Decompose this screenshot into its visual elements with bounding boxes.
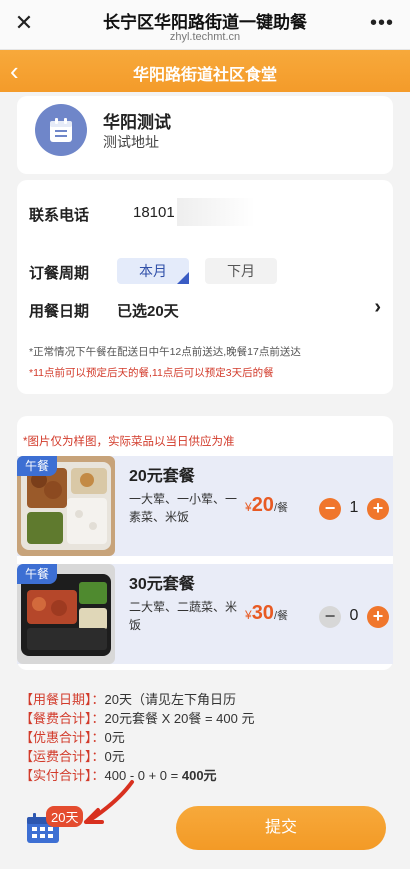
quantity-value: 1 xyxy=(349,499,359,516)
meal-item: 午餐 20元套餐 一大荤、一小荤、一素菜、米饭 ¥20/餐 − 1 + xyxy=(17,456,393,556)
increase-quantity-button[interactable]: + xyxy=(367,498,389,520)
meals-card: *图片仅为样图，实际菜品以当日供应为准 午餐 20元套餐 一大荤、一小荤、一素菜… xyxy=(17,416,393,670)
price-value: 30 xyxy=(251,602,274,624)
profile-card: 华阳测试 测试地址 xyxy=(17,96,393,174)
nav-title: 华阳路街道社区食堂 xyxy=(132,67,277,84)
summary-line: 【餐费合计】：20元套餐 X 20餐 = 400 元 xyxy=(20,709,390,728)
phone-label: 联系电话 xyxy=(29,207,90,224)
price-value: 20 xyxy=(251,494,274,516)
profile-name: 华阳测试 xyxy=(103,113,171,132)
submit-button[interactable]: 提交 xyxy=(176,806,386,850)
decrease-quantity-button[interactable]: − xyxy=(319,606,341,628)
summary-key: 【用餐日期】： xyxy=(20,692,105,707)
meal-price: ¥20/餐 xyxy=(245,494,288,517)
browser-top-bar: ✕ 长宁区华阳路街道一键助餐 zhyl.techmt.cn ••• xyxy=(0,0,410,50)
more-dots-icon[interactable]: ••• xyxy=(370,12,394,35)
summary-line: 【用餐日期】：20天（请见左下角日历 xyxy=(20,690,390,709)
meal-name: 20元套餐 xyxy=(129,468,195,485)
page-url: zhyl.techmt.cn xyxy=(169,31,241,43)
avatar xyxy=(35,104,87,156)
price-unit: /餐 xyxy=(273,502,288,514)
summary-key: 【运费合计】： xyxy=(20,749,105,764)
summary-value: 20元套餐 X 20餐 = 400 元 xyxy=(104,711,255,726)
summary-key: 【优惠合计】： xyxy=(20,730,105,745)
quantity-value: 0 xyxy=(349,607,359,624)
meal-description: 二大荤、二蔬菜、米饭 xyxy=(129,600,238,632)
summary-value: 0元 xyxy=(104,730,125,745)
page-title: 长宁区华阳路街道一键助餐 xyxy=(103,13,307,32)
summary-value: 0元 xyxy=(104,749,125,764)
days-badge: 20天 xyxy=(46,806,84,827)
meal-item: 午餐 30元套餐 二大荤、二蔬菜、米饭 ¥30/餐 − 0 + xyxy=(17,564,393,664)
meal-photo: 午餐 xyxy=(17,564,115,664)
nav-bar: ‹ 华阳路街道社区食堂 xyxy=(0,50,410,92)
meal-description: 一大荤、一小荤、一素菜、米饭 xyxy=(129,492,238,524)
summary-line: 【实付合计】：400 - 0 + 0 = 400元 xyxy=(20,766,390,785)
summary-value: 20天（请见左下角日历 xyxy=(104,692,236,707)
increase-quantity-button[interactable]: + xyxy=(367,606,389,628)
delivery-note: *正常情况下午餐在配送日中午12点前送达,晚餐17点前送达 xyxy=(29,346,301,358)
order-form-card: 联系电话 18101 订餐周期 本月 下月 用餐日期 已选20天 › *正常情况… xyxy=(17,180,393,394)
calendar-icon xyxy=(50,118,72,142)
meal-price: ¥30/餐 xyxy=(245,602,288,625)
chevron-right-icon[interactable]: › xyxy=(374,296,381,319)
meal-photo: 午餐 xyxy=(17,456,115,556)
period-tab-this-month[interactable]: 本月 xyxy=(117,258,189,284)
phone-field[interactable]: 18101 xyxy=(133,204,175,221)
profile-address: 测试地址 xyxy=(103,134,159,150)
phone-blur-mask xyxy=(177,198,307,226)
summary-line: 【优惠合计】：0元 xyxy=(20,728,390,747)
summary-total: 400元 xyxy=(181,768,217,783)
currency-symbol: ¥ xyxy=(245,608,252,622)
meal-name: 30元套餐 xyxy=(129,576,195,593)
order-summary: 【用餐日期】：20天（请见左下角日历 【餐费合计】：20元套餐 X 20餐 = … xyxy=(20,690,390,785)
arrow-annotation-icon xyxy=(84,780,134,824)
meal-image-notice: *图片仅为样图，实际菜品以当日供应为准 xyxy=(23,436,235,448)
price-unit: /餐 xyxy=(273,610,288,622)
summary-line: 【运费合计】：0元 xyxy=(20,747,390,766)
period-tab-next-month[interactable]: 下月 xyxy=(205,258,277,284)
currency-symbol: ¥ xyxy=(245,500,252,514)
date-selection[interactable]: 已选20天 xyxy=(117,300,179,321)
meal-tag: 午餐 xyxy=(17,564,57,584)
period-label: 订餐周期 xyxy=(29,265,90,282)
meal-tag: 午餐 xyxy=(17,456,57,476)
decrease-quantity-button[interactable]: − xyxy=(319,498,341,520)
date-label: 用餐日期 xyxy=(29,303,90,320)
booking-note: *11点前可以预定后天的餐,11点后可以预定3天后的餐 xyxy=(29,367,274,379)
summary-key: 【餐费合计】： xyxy=(20,711,105,726)
